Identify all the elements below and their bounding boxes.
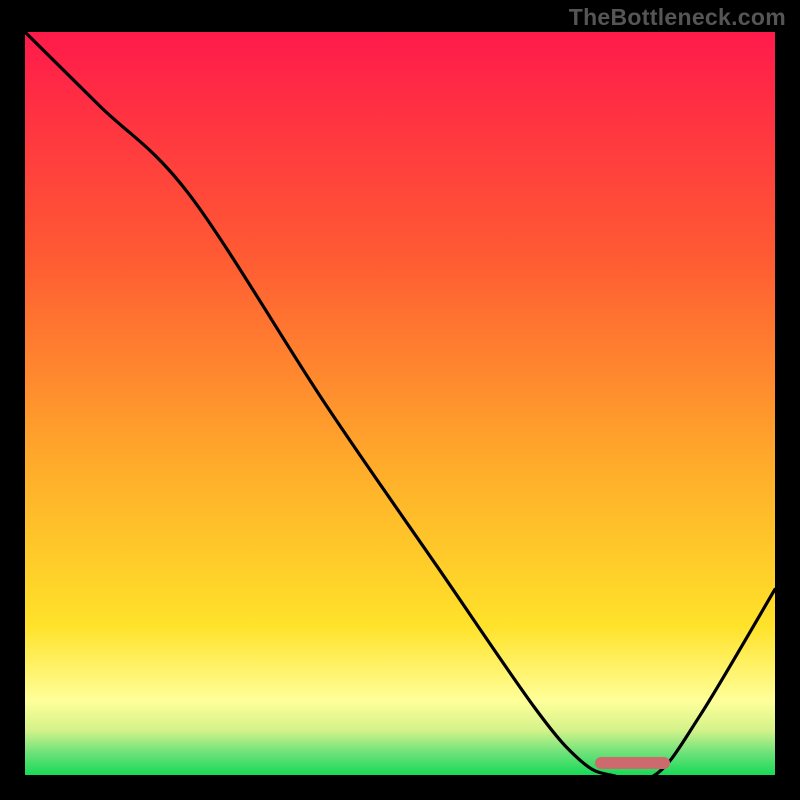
bottleneck-curve: [25, 32, 775, 775]
plot-area: [25, 32, 775, 775]
watermark-text: TheBottleneck.com: [569, 4, 786, 31]
optimal-range-marker: [595, 757, 670, 769]
chart-container: TheBottleneck.com: [0, 0, 800, 800]
